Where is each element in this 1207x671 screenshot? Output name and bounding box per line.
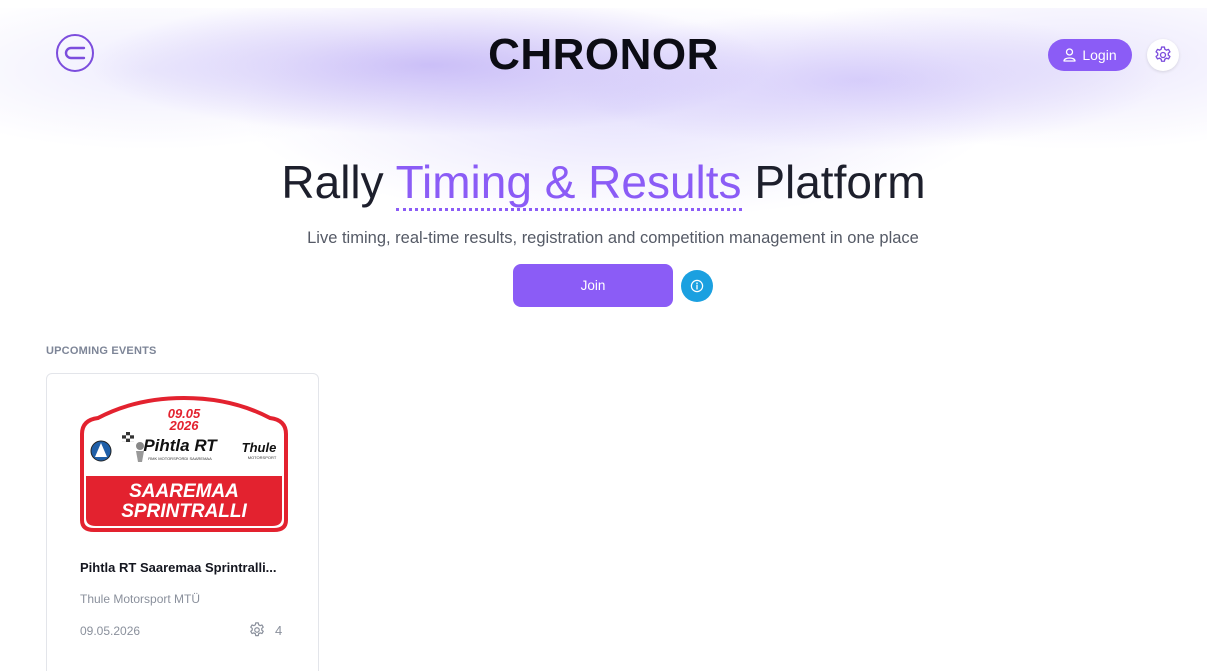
banner-sponsor-main: Pihtla RT bbox=[143, 436, 218, 455]
hero-title-pre: Rally bbox=[281, 156, 396, 208]
event-participant-count: 4 bbox=[275, 622, 283, 638]
page: CHRONOR Login Rally Timing & Results Pla… bbox=[0, 0, 1207, 671]
settings-button[interactable] bbox=[1147, 39, 1179, 71]
user-icon bbox=[1063, 48, 1077, 62]
hero-title-accent: Timing & Results bbox=[395, 156, 742, 211]
brand-title: CHRONOR bbox=[488, 30, 719, 79]
event-participants: 4 bbox=[248, 621, 282, 639]
login-label: Login bbox=[1082, 47, 1117, 63]
top-strip bbox=[0, 0, 1207, 8]
hero-title: Rally Timing & Results Platform bbox=[0, 155, 1207, 211]
gear-icon bbox=[1155, 46, 1171, 62]
join-button[interactable]: Join bbox=[513, 264, 673, 307]
section-title-upcoming-events: UPCOMING EVENTS bbox=[46, 345, 157, 357]
banner-title-line2: SPRINTRALLI bbox=[121, 501, 247, 522]
banner-sponsor-right-sub: MOTORSPORT bbox=[248, 455, 277, 460]
event-card[interactable]: 09.05 2026 Pihtla RT RMK MOTORSPORDI SAA… bbox=[46, 373, 319, 671]
hero-subtitle: Live timing, real-time results, registra… bbox=[307, 229, 919, 247]
event-banner-image: 09.05 2026 Pihtla RT RMK MOTORSPORDI SAA… bbox=[80, 396, 288, 532]
banner-date-line2: 2026 bbox=[169, 418, 200, 433]
banner-sponsor-right: Thule bbox=[242, 440, 277, 455]
info-icon bbox=[690, 279, 704, 293]
banner-sponsor-sub: RMK MOTORSPORDI SAAREMAA bbox=[148, 456, 212, 461]
event-organizer: Thule Motorsport MTÜ bbox=[80, 592, 201, 606]
login-button[interactable]: Login bbox=[1048, 39, 1132, 71]
banner-emblem-icon bbox=[90, 440, 112, 462]
participants-gear-icon bbox=[250, 622, 264, 637]
event-date: 09.05.2026 bbox=[80, 624, 141, 638]
hero-title-post: Platform bbox=[741, 156, 926, 208]
event-name[interactable]: Pihtla RT Saaremaa Sprintralli... bbox=[80, 560, 277, 575]
banner-title-line1: SAAREMAA bbox=[129, 481, 239, 502]
info-button[interactable] bbox=[681, 270, 713, 302]
